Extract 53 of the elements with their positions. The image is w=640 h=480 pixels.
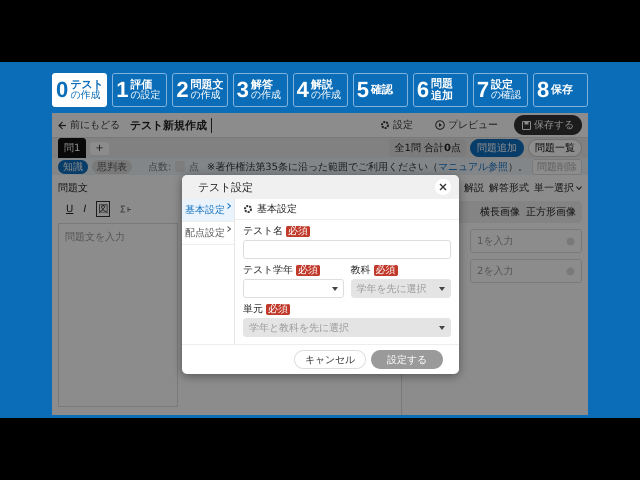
settings-nav-item[interactable]: 配点設定 [182,222,234,245]
save-button[interactable]: 保存する [514,115,582,135]
gear-icon [243,204,253,214]
dropdown-caret-icon [332,286,338,290]
settings-nav-item[interactable]: 基本設定 [182,199,234,222]
close-button[interactable] [435,179,451,195]
text-field[interactable] [243,240,451,259]
image-option[interactable]: 正方形画像 [526,205,576,219]
cancel-button[interactable]: キャンセル [294,350,366,369]
select-field[interactable] [243,279,344,298]
add-tab-button[interactable]: + [90,142,109,154]
explanation-tab[interactable]: 解説 [464,181,484,195]
toolbar-button[interactable]: U [66,204,74,214]
field-label: テスト名 [243,225,283,238]
required-badge: 必須 [266,304,290,314]
back-link[interactable]: 前にもどる [58,118,120,132]
question-summary: 全1問 合計0点 [389,139,466,157]
field-label: 教科 [350,264,370,277]
chevron-icon [227,226,231,232]
dialog-title: テスト設定 [198,180,253,194]
question-tab[interactable]: 問1 [58,138,86,158]
required-badge: 必須 [374,264,398,276]
copyright-notice: ※著作権法第35条に沿った範囲でご利用ください（マニュアル参照）。 [206,160,528,174]
chevron-icon [227,203,231,209]
answer-format-dropdown[interactable]: 単一選択 [534,181,582,195]
required-badge: 必須 [286,226,310,236]
answer-format-label: 解答形式 [489,182,529,195]
back-arrow-icon [58,120,67,130]
chevron-down-icon [576,186,582,190]
symbol-icon [120,205,132,213]
add-question-button[interactable]: 問題追加 [470,139,524,157]
gear-icon [380,120,390,130]
toolbar-button[interactable]: 図 [96,201,110,217]
dropdown-caret-icon [439,326,445,330]
toolbar-button[interactable]: I [83,204,86,214]
category-toggle[interactable]: 思判表 [92,160,132,174]
required-badge: 必須 [296,264,320,276]
question-text-label: 問題文 [58,182,88,195]
category-toggle[interactable]: 知識 [58,160,88,174]
section-title: 基本設定 [257,202,297,216]
page-title: テスト新規作成 [130,118,212,132]
close-icon [439,183,447,191]
field-label: テスト学年 [243,264,293,277]
play-icon [435,120,445,130]
score-label: 点数: [148,160,172,174]
preview-button[interactable]: プレビュー [429,117,504,133]
dropdown-caret-icon [439,286,445,290]
question-list-button[interactable]: 問題一覧 [528,139,582,157]
image-option[interactable]: 横長画像 [480,205,520,219]
score-unit: 点 [188,160,199,174]
settings-button[interactable]: 設定 [374,117,419,133]
field-label: 単元 [243,303,263,316]
manual-link[interactable]: マニュアル参照 [438,162,508,172]
